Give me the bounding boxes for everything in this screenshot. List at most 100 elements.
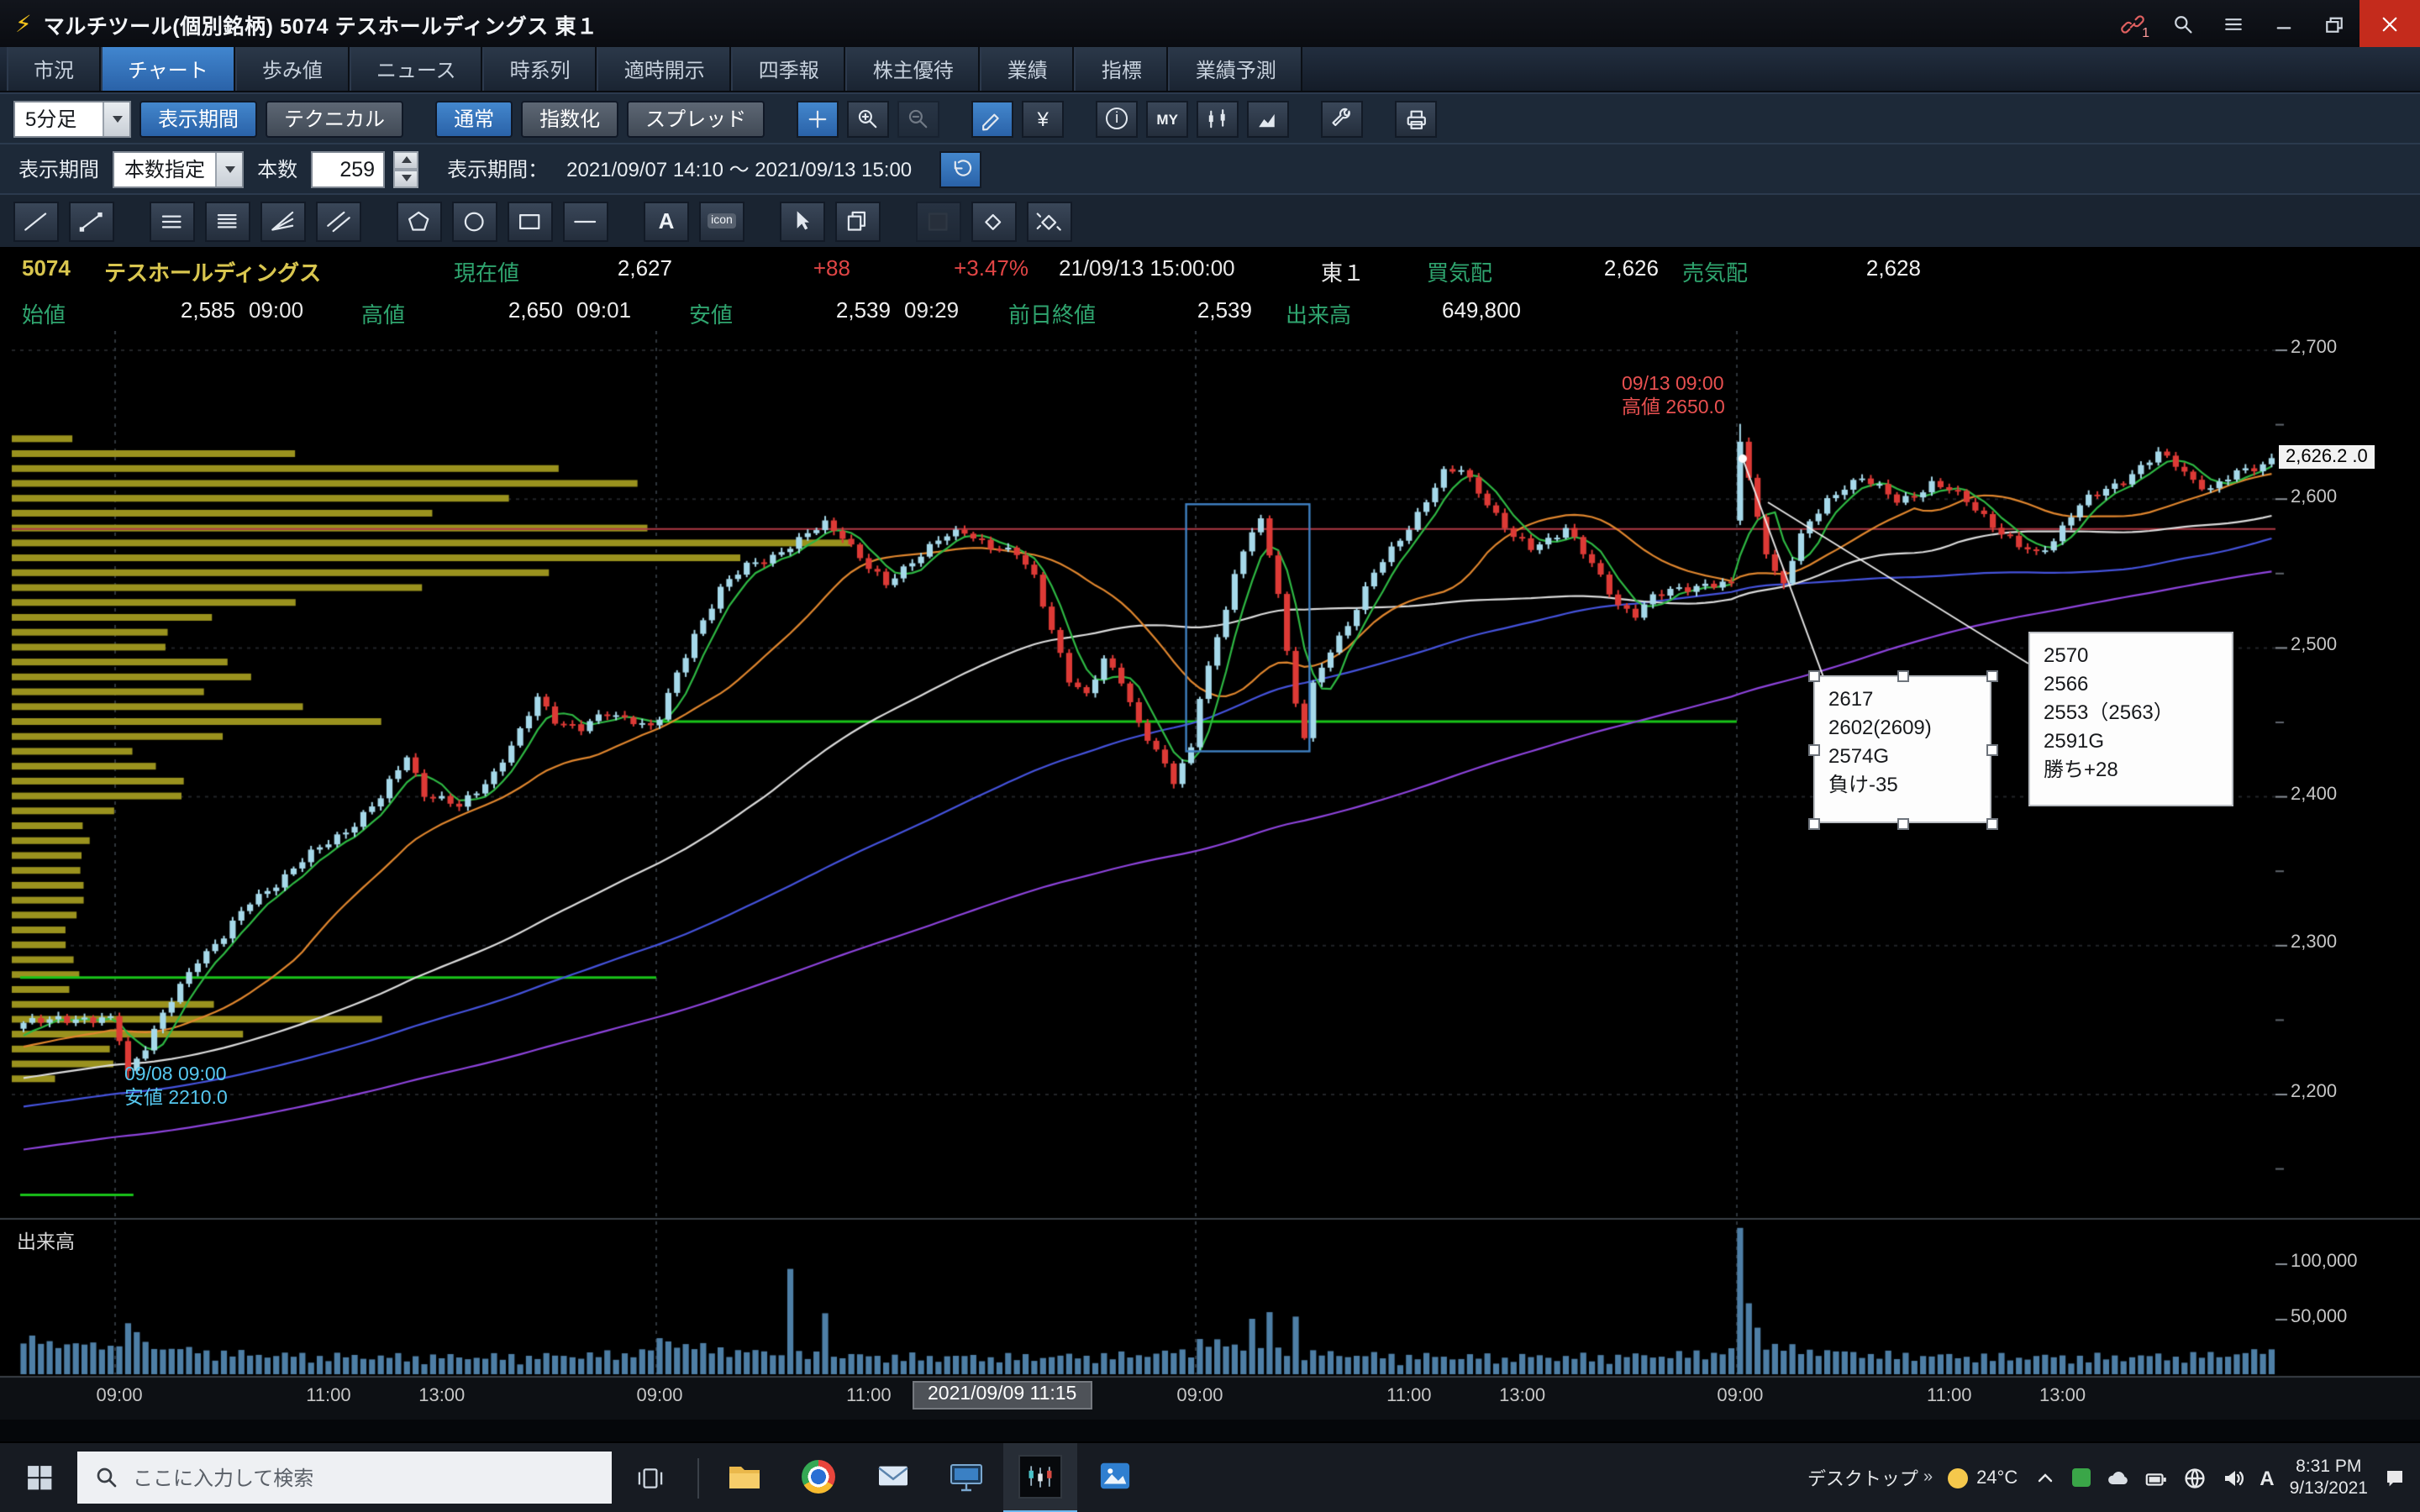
polygon-tool[interactable] [397,201,442,241]
selection-handle[interactable] [1807,743,1819,755]
tab-earnings[interactable]: 業績 [981,47,1075,91]
selection-handle[interactable] [1897,817,1908,829]
photos-app-icon[interactable] [1077,1442,1151,1512]
weather-widget[interactable]: 24°C [1948,1467,2018,1488]
remote-desktop-app-icon[interactable] [929,1442,1003,1512]
network-icon[interactable] [2182,1466,2206,1489]
selection-handle[interactable] [1897,669,1908,681]
tab-market[interactable]: 市況 [7,47,101,91]
info-icon: i [1106,108,1128,129]
bid-price: 2,626 [1529,255,1659,281]
note-box-2[interactable]: 257025662553（2563）2591G勝ち+28 [2028,632,2233,806]
info-button[interactable]: i [1096,100,1138,137]
restore-button[interactable] [2309,0,2360,47]
spinner-up-icon[interactable] [393,150,418,169]
technical-button[interactable]: テクニカル [266,100,403,137]
taskbar-apps [708,1442,1151,1512]
selection-handle[interactable] [1986,817,1997,829]
search-icon[interactable] [2158,0,2208,47]
tab-time-series[interactable]: 時系列 [483,47,597,91]
h-line-tool[interactable] [563,201,608,241]
cloud-icon[interactable] [2105,1466,2128,1489]
selection-handle[interactable] [1986,669,1997,681]
tab-benefit[interactable]: 株主優待 [846,47,981,91]
rectangle-tool[interactable] [508,201,553,241]
chrome-app-icon[interactable] [781,1442,855,1512]
close-button[interactable] [2360,0,2420,47]
tab-news[interactable]: ニュース [350,47,483,91]
h-grid-dense-tool[interactable] [205,201,250,241]
desktop-toolbar[interactable]: デスクトップ » [1807,1464,1933,1491]
eraser-all-tool[interactable] [1027,201,1072,241]
period-button[interactable]: 表示期間 [139,100,257,137]
menu-icon[interactable] [2208,0,2259,47]
indexed-mode-button[interactable]: 指数化 [521,100,618,137]
copy-tool[interactable] [835,201,881,241]
battery-icon[interactable] [2144,1466,2167,1489]
channel-tool[interactable] [316,201,361,241]
task-view-button[interactable] [612,1442,689,1512]
count-mode-select[interactable]: 本数指定 [113,150,244,187]
candle-chart-button[interactable] [1197,100,1239,137]
low-price: 2,539 [761,297,891,323]
current-price-tag: 2,626.2.0 [2279,446,2375,470]
toolbar-main: 5分足 表示期間 テクニカル 通常 指数化 スプレッド ¥ i MY [0,92,2420,143]
h-grid-icon [156,206,188,236]
green-status-icon[interactable] [2071,1468,2090,1487]
link-icon[interactable]: 1 [2107,0,2158,47]
print-button[interactable] [1395,100,1437,137]
tab-disclosure[interactable]: 適時開示 [597,47,732,91]
tab-shikiho[interactable]: 四季報 [732,47,846,91]
count-spinner[interactable] [393,150,418,187]
draw-button[interactable] [971,100,1013,137]
volume-icon[interactable] [2221,1466,2244,1489]
ray-line-icon [76,206,108,236]
selection-handle[interactable] [1807,817,1819,829]
timeframe-select[interactable]: 5分足 [13,100,131,137]
tab-forecast[interactable]: 業績予測 [1169,47,1303,91]
minimize-button[interactable] [2259,0,2309,47]
ime-indicator[interactable]: A [2260,1466,2274,1489]
eraser-tool[interactable] [971,201,1017,241]
spinner-down-icon[interactable] [393,169,418,187]
notification-icon[interactable] [2383,1466,2407,1489]
chart-app-app-icon[interactable] [1003,1442,1077,1512]
my-chart-button[interactable]: MY [1146,100,1188,137]
start-button[interactable] [0,1442,77,1512]
yen-button[interactable]: ¥ [1022,100,1064,137]
zoom-out-button[interactable] [897,100,939,137]
icon-stamp-tool[interactable]: icon [699,201,744,241]
wrench-button[interactable] [1321,100,1363,137]
bar-count-input[interactable]: 259 [311,150,385,187]
spread-mode-button[interactable]: スプレッド [627,100,765,137]
chevron-down-icon[interactable] [215,152,242,186]
tab-chart[interactable]: チャート [101,47,235,91]
zoom-in-button[interactable] [847,100,889,137]
note-box-1[interactable]: 26172602(2609)2574G負け-35 [1813,675,1991,823]
taskbar-search[interactable]: ここに入力して検索 [77,1452,612,1504]
pointer-tool[interactable] [780,201,825,241]
ellipse-tool[interactable] [452,201,497,241]
chevron-up-icon[interactable] [2033,1466,2056,1489]
mail-app-icon[interactable] [855,1442,929,1512]
taskbar-clock[interactable]: 8:31 PM 9/13/2021 [2290,1456,2368,1499]
normal-mode-button[interactable]: 通常 [435,100,513,137]
reset-button[interactable] [939,150,981,187]
text-tool[interactable]: A [644,201,689,241]
file-explorer-app-icon[interactable] [708,1442,781,1512]
chevron-down-icon[interactable] [103,102,129,135]
trend-line-tool[interactable] [13,201,59,241]
h-grid-tool[interactable] [150,201,195,241]
locked-tool[interactable] [916,201,961,241]
fan-lines-tool[interactable] [260,201,306,241]
tab-tick[interactable]: 歩み値 [235,47,350,91]
zoom-out-icon [904,105,933,132]
volume-axis-label: 100,000 [2291,1252,2358,1272]
zoom-in-icon [854,105,882,132]
area-chart-button[interactable] [1247,100,1289,137]
selection-handle[interactable] [1807,669,1819,681]
add-button[interactable] [797,100,839,137]
selection-handle[interactable] [1986,743,1997,755]
ray-line-tool[interactable] [69,201,114,241]
tab-indicator[interactable]: 指標 [1075,47,1169,91]
